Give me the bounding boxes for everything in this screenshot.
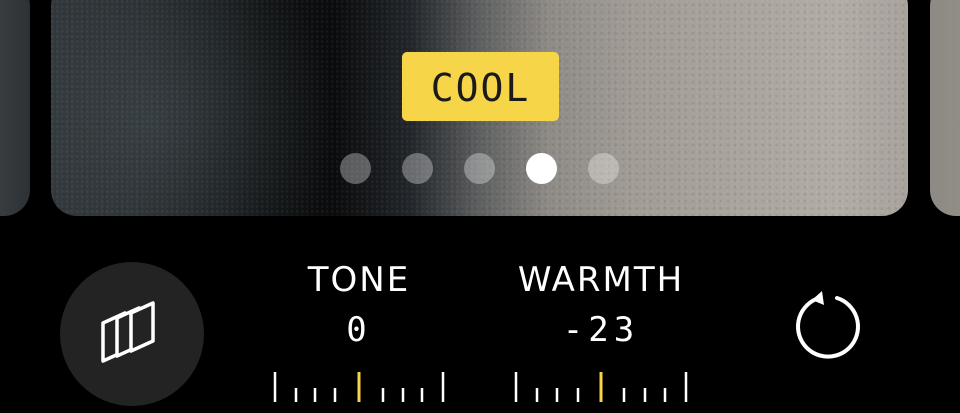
camera-photographic-styles-screen: COOL TONE 0 WARMTH -23 (0, 0, 960, 413)
page-dot-active[interactable] (526, 153, 557, 184)
style-page-indicator[interactable] (340, 153, 619, 184)
previous-style-preview[interactable] (0, 0, 30, 216)
warmth-control[interactable]: WARMTH -23 (512, 260, 690, 402)
tone-label: TONE (307, 260, 411, 300)
reset-button[interactable] (792, 290, 864, 362)
tone-slider[interactable] (272, 370, 446, 402)
page-dot[interactable] (464, 153, 495, 184)
photographic-styles-icon (101, 301, 155, 363)
page-dot[interactable] (340, 153, 371, 184)
warmth-label: WARMTH (517, 260, 685, 300)
tone-control[interactable]: TONE 0 (272, 260, 446, 402)
reset-icon (796, 291, 860, 359)
page-dot[interactable] (402, 153, 433, 184)
warmth-slider[interactable] (512, 370, 690, 402)
tone-value: 0 (346, 310, 372, 350)
photographic-styles-button[interactable] (60, 262, 204, 406)
page-dot[interactable] (588, 153, 619, 184)
warmth-value: -23 (562, 310, 640, 350)
next-style-preview[interactable] (930, 0, 960, 216)
style-name-badge: COOL (402, 52, 559, 121)
